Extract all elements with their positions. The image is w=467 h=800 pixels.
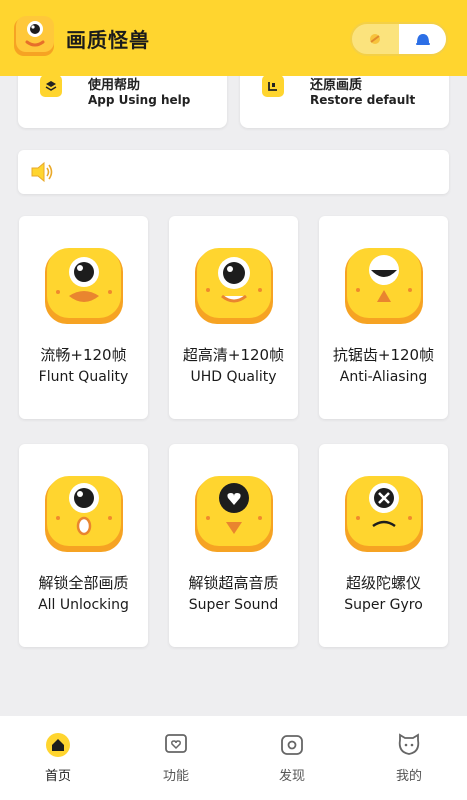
notice-bar[interactable]: [18, 150, 449, 194]
feature-card-super-sound[interactable]: 解锁超高音质 Super Sound: [169, 444, 298, 647]
feature-title-cn: 解锁全部画质: [38, 574, 129, 592]
toggle-option-left[interactable]: [352, 24, 399, 54]
feature-card-super-gyro[interactable]: 超级陀螺仪 Super Gyro: [319, 444, 448, 647]
bell-icon: [415, 34, 430, 45]
feature-card-flunt[interactable]: 流畅+120帧 Flunt Quality: [19, 216, 148, 419]
nav-item-profile[interactable]: 我的: [379, 732, 439, 784]
restore-card-title: 还原画质: [310, 78, 363, 93]
restore-card-subtitle: Restore default: [310, 93, 416, 107]
monster-dizzy-icon: [345, 476, 423, 552]
nav-label-discover: 发现: [278, 769, 305, 784]
app-header: 画质怪兽: [0, 0, 467, 76]
monster-smile-icon: [45, 248, 123, 324]
home-icon: [46, 733, 70, 757]
app-logo-icon: [14, 16, 54, 56]
feature-title-en: All Unlocking: [38, 597, 129, 613]
monster-happy-icon: [345, 248, 423, 324]
toggle-option-right[interactable]: [399, 24, 446, 54]
nav-label-home: 首页: [44, 769, 71, 784]
nav-label-features: 功能: [162, 769, 189, 784]
monster-surprised-icon: [45, 476, 123, 552]
nav-item-features[interactable]: 功能: [146, 732, 206, 784]
heart-chat-icon: [165, 734, 187, 753]
speaker-icon: [31, 161, 53, 183]
nav-label-profile: 我的: [395, 769, 422, 784]
layers-icon: [40, 75, 62, 97]
feature-title-en: Super Gyro: [344, 597, 423, 613]
feature-title-en: UHD Quality: [190, 369, 277, 385]
monster-heart-icon: [195, 476, 273, 552]
feature-title-en: Super Sound: [188, 597, 279, 613]
nav-item-discover[interactable]: 发现: [262, 732, 322, 784]
feature-card-uhd[interactable]: 超高清+120帧 UHD Quality: [169, 216, 298, 419]
bottom-nav: 首页 功能 发现 我的: [0, 716, 467, 800]
discover-icon: [281, 735, 303, 755]
quality-mode-toggle[interactable]: [350, 22, 448, 56]
feature-title-cn: 解锁超高音质: [188, 574, 279, 592]
help-card-subtitle: App Using help: [88, 93, 191, 107]
app-title: 画质怪兽: [66, 28, 150, 52]
feature-title-cn: 流畅+120帧: [40, 346, 127, 364]
feature-title-cn: 抗锯齿+120帧: [332, 346, 435, 364]
profile-cat-icon: [398, 733, 420, 755]
feature-card-all-unlocking[interactable]: 解锁全部画质 All Unlocking: [19, 444, 148, 647]
help-card-title: 使用帮助: [88, 78, 141, 93]
sun-hand-icon: [370, 34, 381, 44]
feature-title-cn: 超级陀螺仪: [345, 574, 421, 592]
feature-title-en: Anti-Aliasing: [339, 369, 428, 385]
restore-icon: [262, 75, 284, 97]
nav-item-home[interactable]: 首页: [28, 732, 88, 784]
feature-title-en: Flunt Quality: [38, 369, 129, 385]
feature-title-cn: 超高清+120帧: [182, 346, 285, 364]
monster-teeth-icon: [195, 248, 273, 324]
feature-card-anti-aliasing[interactable]: 抗锯齿+120帧 Anti-Aliasing: [319, 216, 448, 419]
